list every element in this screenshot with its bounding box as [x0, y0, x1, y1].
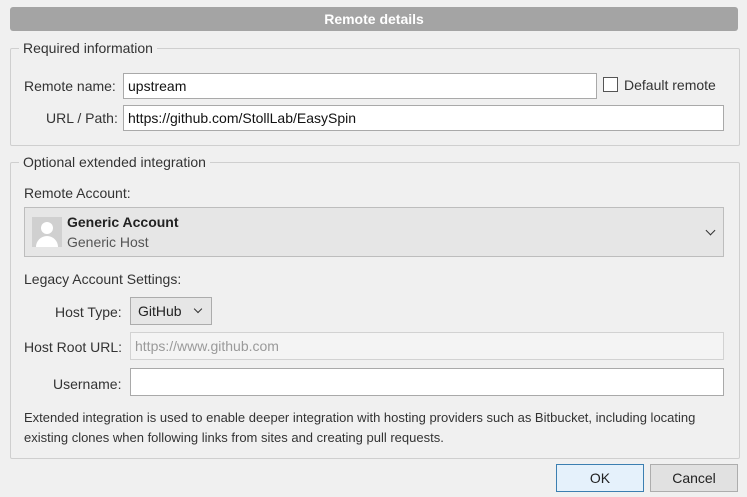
required-info-legend: Required information [19, 39, 157, 57]
remote-name-label: Remote name: [24, 78, 116, 94]
username-label: Username: [53, 376, 122, 392]
optional-integration-legend: Optional extended integration [19, 153, 210, 171]
dialog-title: Remote details [10, 7, 738, 31]
integration-info-text: Extended integration is used to enable d… [24, 410, 696, 445]
host-root-url-label: Host Root URL: [24, 339, 123, 355]
avatar-icon [32, 217, 62, 247]
legacy-settings-label: Legacy Account Settings: [24, 271, 182, 287]
url-path-input[interactable]: https://github.com/StollLab/EasySpin [123, 105, 724, 131]
cancel-button[interactable]: Cancel [650, 464, 738, 492]
account-name: Generic Account [67, 214, 179, 230]
account-host: Generic Host [67, 234, 149, 250]
chevron-down-icon [705, 225, 716, 236]
host-type-dropdown[interactable]: GitHub [130, 297, 212, 325]
host-root-url-input[interactable]: https://www.github.com [130, 332, 724, 360]
host-type-value: GitHub [138, 303, 182, 319]
url-path-label: URL / Path: [46, 110, 118, 126]
remote-name-input[interactable]: upstream [123, 73, 597, 99]
chevron-down-icon [193, 304, 203, 314]
default-remote-label[interactable]: Default remote [624, 76, 716, 94]
remote-account-label: Remote Account: [24, 185, 131, 201]
ok-button[interactable]: OK [556, 464, 644, 492]
remote-account-dropdown[interactable]: Generic Account Generic Host [24, 207, 724, 257]
username-input[interactable] [130, 368, 724, 396]
default-remote-checkbox[interactable] [603, 77, 618, 92]
host-type-label: Host Type: [55, 304, 122, 320]
